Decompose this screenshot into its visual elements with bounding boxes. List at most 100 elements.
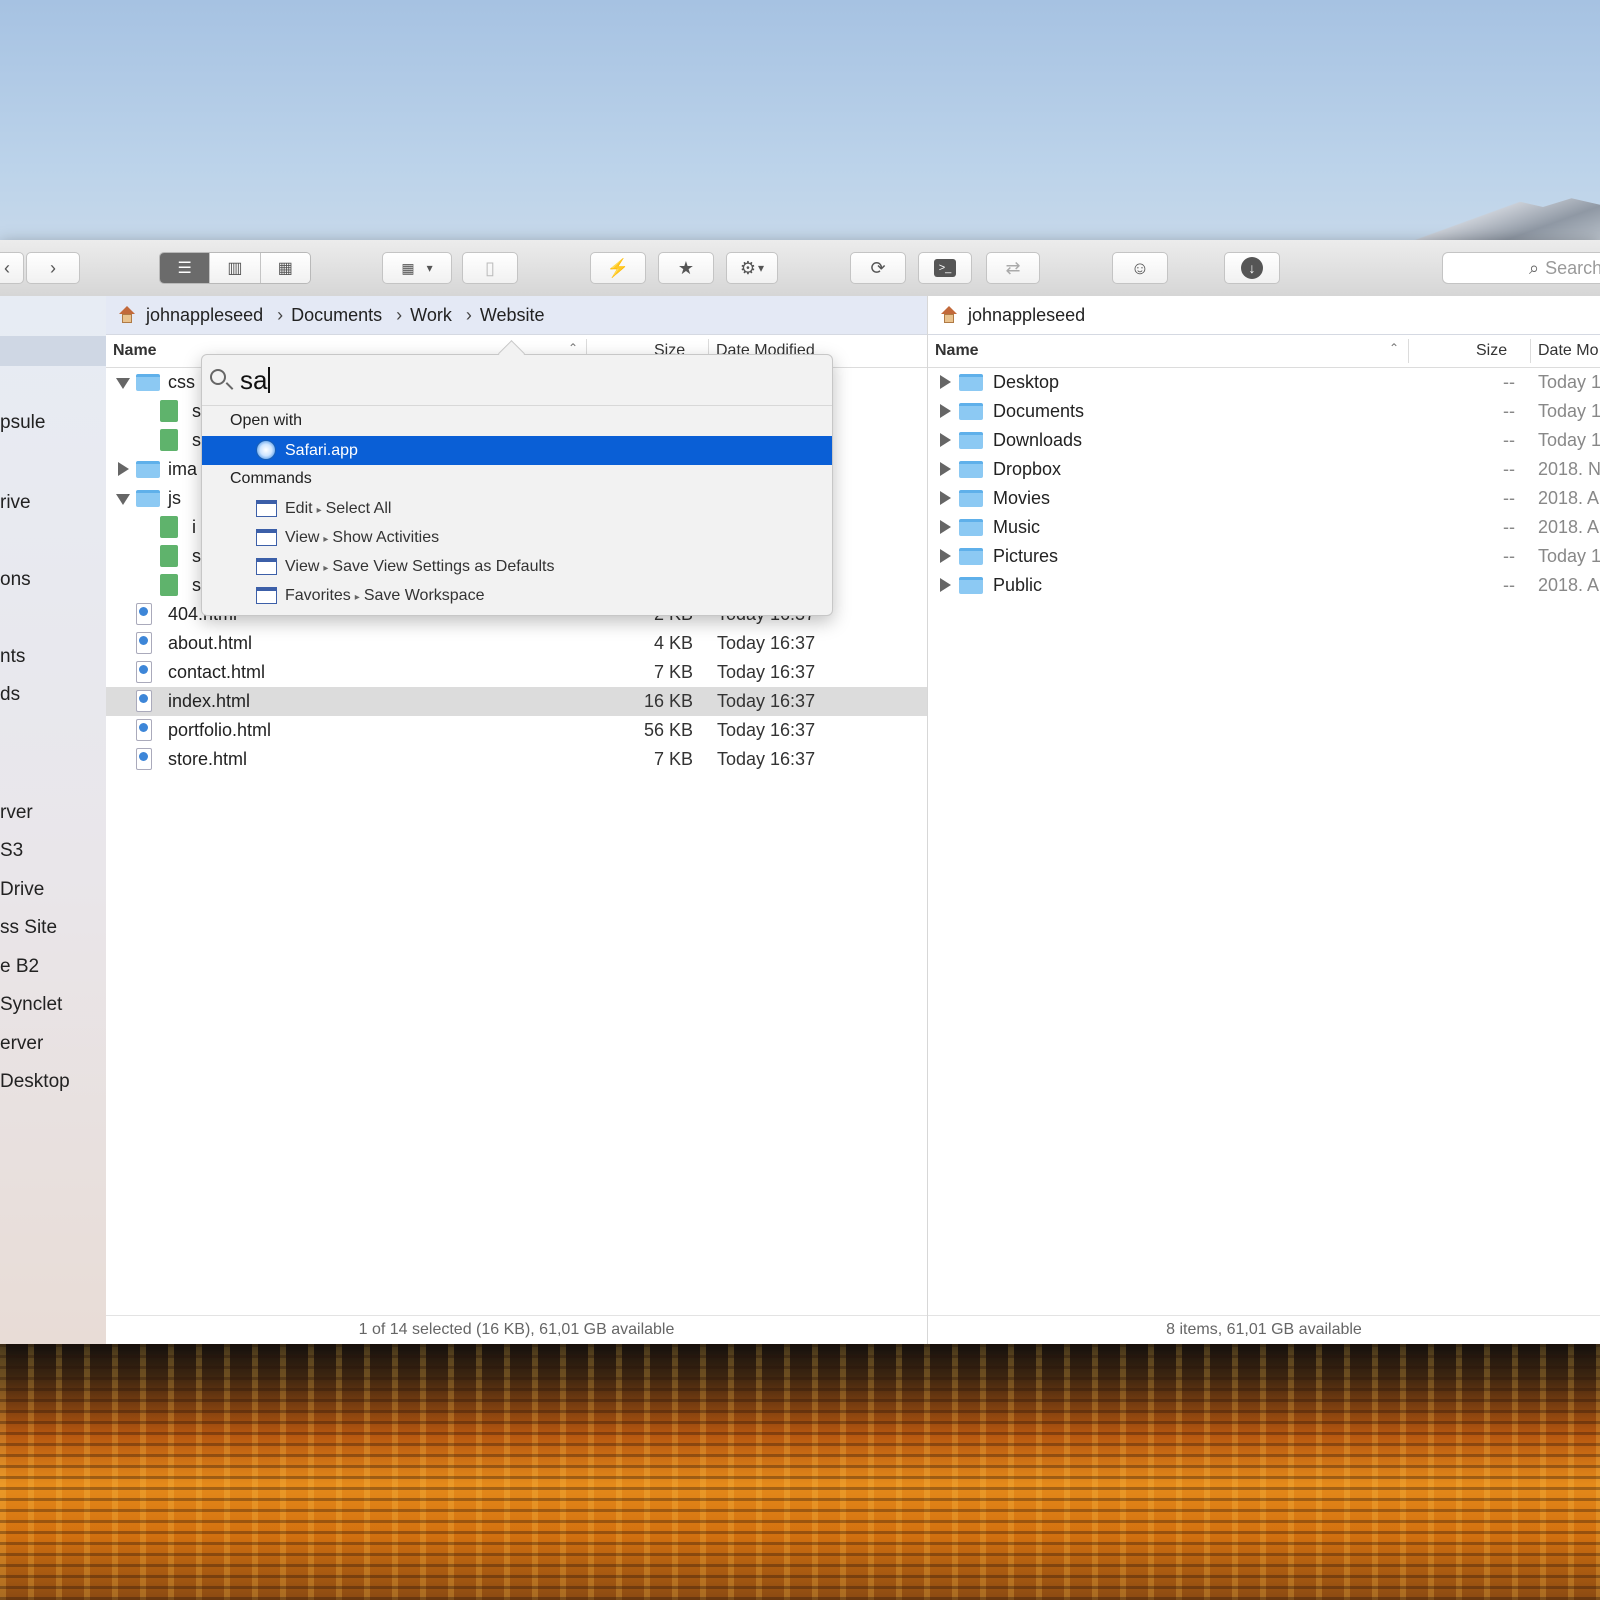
quick-action-button[interactable]: ⚡ bbox=[590, 252, 646, 284]
file-size: -- bbox=[1503, 575, 1515, 595]
breadcrumb-item[interactable]: Website bbox=[480, 305, 545, 326]
column-header-name[interactable]: Name bbox=[113, 342, 157, 360]
table-row[interactable]: store.html 7 KB Today 16:37 bbox=[106, 745, 927, 774]
safari-icon bbox=[256, 440, 276, 460]
command-label: Edit ▸ Select All bbox=[285, 500, 391, 518]
refresh-icon: ⟳ bbox=[870, 257, 886, 278]
refresh-button[interactable]: ⟳ bbox=[850, 252, 906, 284]
disclosure-closed-icon[interactable] bbox=[940, 404, 951, 418]
file-date: Today 1 bbox=[1538, 546, 1600, 566]
forward-button[interactable]: › bbox=[26, 252, 80, 284]
feedback-button[interactable]: ☺ bbox=[1112, 252, 1168, 284]
home-icon bbox=[940, 306, 958, 324]
command-item[interactable]: Favorites ▸ Save Workspace bbox=[202, 581, 832, 610]
disclosure-closed-icon[interactable] bbox=[940, 578, 951, 592]
forward-button[interactable]: ‹ bbox=[0, 252, 24, 284]
palette-query[interactable]: sa bbox=[240, 365, 271, 396]
file-size: 7 KB bbox=[653, 662, 693, 682]
table-row[interactable]: Desktop -- Today 1 bbox=[928, 368, 1600, 397]
sidebar-item[interactable]: ons bbox=[0, 569, 31, 591]
disclosure-open-icon[interactable] bbox=[116, 378, 130, 389]
list-view-icon[interactable]: ☰ bbox=[160, 253, 211, 283]
sidebar-item[interactable]: Drive bbox=[0, 879, 44, 901]
sidebar-item[interactable]: psule bbox=[0, 412, 45, 434]
column-view-icon[interactable]: ▥ bbox=[210, 253, 261, 283]
sidebar-item[interactable]: rive bbox=[0, 492, 31, 514]
open-with-section-label: Open with bbox=[230, 412, 303, 429]
table-row[interactable]: index.html 16 KB Today 16:37 bbox=[106, 687, 927, 716]
folder-icon bbox=[959, 577, 983, 594]
sidebar-item[interactable]: ss Site bbox=[0, 917, 57, 939]
table-row[interactable]: contact.html 7 KB Today 16:37 bbox=[106, 658, 927, 687]
open-with-item[interactable]: Safari.app bbox=[202, 436, 832, 465]
breadcrumb-item[interactable]: Documents bbox=[291, 305, 382, 326]
command-item[interactable]: Edit ▸ Select All bbox=[202, 494, 832, 523]
file-size: -- bbox=[1503, 517, 1515, 537]
search-placeholder: Search bbox=[1545, 257, 1600, 278]
breadcrumb-item[interactable]: johnappleseed bbox=[968, 305, 1085, 326]
command-item[interactable]: View ▸ Show Activities bbox=[202, 523, 832, 552]
document-icon: ▯ bbox=[485, 257, 495, 278]
column-header-name[interactable]: Name bbox=[935, 342, 979, 360]
sidebar-item[interactable]: rver bbox=[0, 802, 33, 824]
file-date: 2018. N bbox=[1538, 459, 1600, 479]
disclosure-closed-icon[interactable] bbox=[118, 462, 129, 476]
disclosure-closed-icon[interactable] bbox=[940, 433, 951, 447]
file-name: contact.html bbox=[168, 662, 266, 682]
search-field[interactable]: ⌕ Search bbox=[1442, 252, 1600, 284]
disclosure-closed-icon[interactable] bbox=[940, 462, 951, 476]
view-mode-switcher: ☰ ▥ ▦ bbox=[159, 252, 311, 284]
sidebar-item[interactable]: Desktop bbox=[0, 1071, 70, 1093]
action-menu-button[interactable]: ⚙ ▾ bbox=[726, 252, 778, 284]
status-bar: 8 items, 61,01 GB available bbox=[928, 1315, 1600, 1344]
sidebar-item[interactable]: nts bbox=[0, 646, 25, 668]
table-row[interactable]: portfolio.html 56 KB Today 16:37 bbox=[106, 716, 927, 745]
table-row[interactable]: about.html 4 KB Today 16:37 bbox=[106, 629, 927, 658]
disclosure-closed-icon[interactable] bbox=[940, 520, 951, 534]
command-menu: Favorites bbox=[285, 587, 351, 604]
terminal-icon: >_ bbox=[934, 259, 956, 277]
html-file-icon bbox=[136, 690, 152, 712]
arrange-menu-button[interactable]: ▦ ▾ bbox=[382, 252, 452, 284]
sidebar-selected-item[interactable] bbox=[0, 336, 106, 366]
file-date: 2018. A bbox=[1538, 517, 1600, 537]
breadcrumb-item[interactable]: johnappleseed bbox=[146, 305, 263, 326]
sidebar-item[interactable]: S3 bbox=[0, 840, 23, 862]
palette-search-field[interactable]: sa bbox=[202, 355, 832, 406]
table-row[interactable]: Music -- 2018. A bbox=[928, 513, 1600, 542]
download-button[interactable]: ↓ bbox=[1224, 252, 1280, 284]
source-file-icon bbox=[160, 429, 178, 451]
submenu-arrow-icon: ▸ bbox=[354, 592, 360, 603]
disclosure-closed-icon[interactable] bbox=[940, 375, 951, 389]
file-size: -- bbox=[1503, 488, 1515, 508]
table-row[interactable]: Pictures -- Today 1 bbox=[928, 542, 1600, 571]
table-row[interactable]: Documents -- Today 1 bbox=[928, 397, 1600, 426]
command-item[interactable]: View ▸ Save View Settings as Defaults bbox=[202, 552, 832, 581]
sidebar-item[interactable]: Synclet bbox=[0, 994, 62, 1016]
table-row[interactable]: Downloads -- Today 1 bbox=[928, 426, 1600, 455]
sidebar-item[interactable]: e B2 bbox=[0, 956, 39, 978]
column-header-date[interactable]: Date Mo bbox=[1538, 342, 1598, 360]
terminal-button[interactable]: >_ bbox=[918, 252, 972, 284]
disclosure-open-icon[interactable] bbox=[116, 494, 130, 505]
column-header-size[interactable]: Size bbox=[1476, 342, 1507, 360]
breadcrumb-separator: › bbox=[277, 304, 284, 325]
compare-button[interactable]: ⇄ bbox=[986, 252, 1040, 284]
disclosure-closed-icon[interactable] bbox=[940, 549, 951, 563]
table-row[interactable]: Movies -- 2018. A bbox=[928, 484, 1600, 513]
new-file-button[interactable]: ▯ bbox=[462, 252, 518, 284]
command-palette-popover: sa Open with Safari.app Commands Edit ▸ Se… bbox=[201, 354, 833, 616]
breadcrumb-item[interactable]: Work bbox=[410, 305, 452, 326]
icon-view-icon[interactable]: ▦ bbox=[260, 253, 310, 283]
folder-icon bbox=[959, 490, 983, 507]
menu-command-icon bbox=[256, 529, 277, 546]
table-row[interactable]: Dropbox -- 2018. N bbox=[928, 455, 1600, 484]
file-name: store.html bbox=[168, 749, 248, 769]
table-row[interactable]: Public -- 2018. A bbox=[928, 571, 1600, 600]
gear-icon: ⚙ bbox=[739, 257, 757, 278]
favorites-button[interactable]: ★ bbox=[658, 252, 714, 284]
sidebar-item[interactable]: ds bbox=[0, 684, 20, 706]
sidebar-item[interactable]: erver bbox=[0, 1033, 43, 1055]
command-item-name: Save Workspace bbox=[363, 587, 485, 604]
disclosure-closed-icon[interactable] bbox=[940, 491, 951, 505]
